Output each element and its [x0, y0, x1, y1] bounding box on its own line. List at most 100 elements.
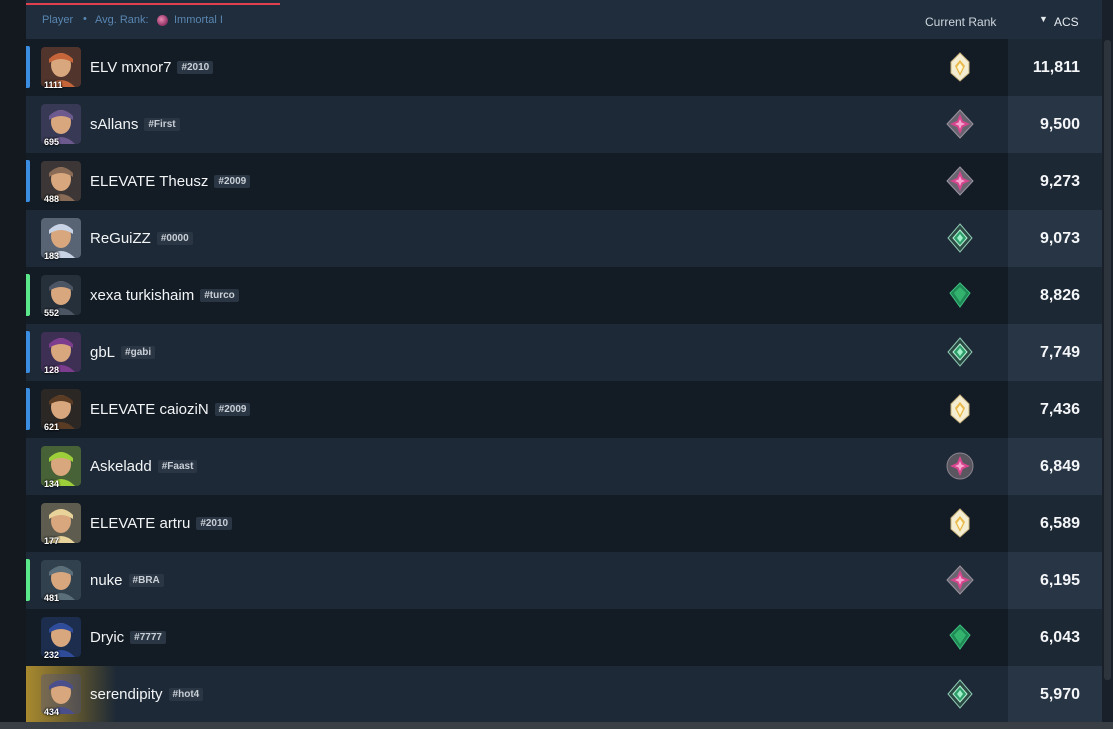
party-indicator — [26, 331, 30, 373]
acs-value: 9,273 — [1039, 173, 1080, 190]
player-row[interactable]: 552 xexa turkishaim #turco 8,826 — [26, 267, 1102, 324]
player-name-group[interactable]: Dryic #7777 — [90, 629, 166, 646]
player-name: xexa turkishaim — [90, 287, 195, 304]
active-tab-indicator — [26, 3, 280, 5]
acs-value: 9,500 — [1039, 116, 1080, 133]
acs-value: 9,073 — [1039, 230, 1080, 247]
player-tag: #Faast — [157, 460, 198, 473]
player-name: ELV mxnor7 — [90, 59, 172, 76]
acs-cell: 6,195 — [1008, 552, 1102, 609]
player-name: nuke — [90, 572, 123, 589]
player-tag: #2010 — [196, 517, 233, 530]
player-name-group[interactable]: ELEVATE caioziN #2009 — [90, 401, 251, 418]
radiant-rank-icon — [950, 508, 970, 538]
player-name-group[interactable]: ELEVATE Theusz #2009 — [90, 173, 251, 190]
immortal-rank-icon — [946, 166, 974, 196]
party-indicator — [26, 559, 30, 601]
player-name-group[interactable]: nuke #BRA — [90, 572, 164, 589]
player-tag: #hot4 — [168, 688, 204, 701]
acs-value: 6,849 — [1039, 458, 1080, 475]
player-tag: #2009 — [214, 175, 251, 188]
player-name-group[interactable]: sAllans #First — [90, 116, 180, 133]
header-separator: • — [83, 13, 87, 25]
player-name-group[interactable]: serendipity #hot4 — [90, 686, 204, 703]
radiant-rank-icon — [950, 52, 970, 82]
party-indicator — [26, 160, 30, 202]
acs-cell: 11,811 — [1008, 39, 1102, 96]
immortal-round-rank-icon — [946, 452, 974, 480]
immortal-rank-icon — [157, 15, 168, 26]
player-row[interactable]: 183 ReGuiZZ #0000 9,073 — [26, 210, 1102, 267]
left-gutter — [0, 0, 26, 729]
player-tag: #BRA — [128, 574, 164, 587]
acs-cell: 5,970 — [1008, 666, 1102, 723]
acs-value: 8,826 — [1039, 287, 1080, 304]
player-row[interactable]: 1111 ELV mxnor7 #2010 11,811 — [26, 39, 1102, 96]
player-level: 695 — [44, 137, 60, 147]
player-level: 488 — [44, 194, 60, 204]
ascendant-solid-rank-icon — [949, 624, 971, 650]
player-tag: #First — [144, 118, 180, 131]
player-level: 177 — [44, 536, 60, 546]
player-name-group[interactable]: Askeladd #Faast — [90, 458, 198, 475]
player-tag: #2009 — [214, 403, 251, 416]
player-name: Dryic — [90, 629, 125, 646]
acs-value: 7,436 — [1039, 401, 1080, 418]
player-row[interactable]: 488 ELEVATE Theusz #2009 9,273 — [26, 153, 1102, 210]
player-level: 434 — [44, 707, 60, 717]
acs-cell: 9,073 — [1008, 210, 1102, 267]
player-row[interactable]: 695 sAllans #First 9,500 — [26, 96, 1102, 153]
player-row[interactable]: 134 Askeladd #Faast 6,849 — [26, 438, 1102, 495]
player-name: Askeladd — [90, 458, 152, 475]
player-level: 1111 — [44, 80, 63, 90]
acs-value: 7,749 — [1039, 344, 1080, 361]
acs-value: 6,043 — [1039, 629, 1080, 646]
player-row[interactable]: 481 nuke #BRA 6,195 — [26, 552, 1102, 609]
acs-value: 11,811 — [1032, 59, 1080, 76]
leaderboard: Player • Avg. Rank: Immortal I Current R… — [26, 0, 1102, 723]
player-name: ReGuiZZ — [90, 230, 151, 247]
player-name-group[interactable]: ReGuiZZ #0000 — [90, 230, 193, 247]
player-row[interactable]: 128 gbL #gabi 7,749 — [26, 324, 1102, 381]
player-name: ELEVATE artru — [90, 515, 191, 532]
acs-cell: 7,436 — [1008, 381, 1102, 438]
acs-cell: 6,043 — [1008, 609, 1102, 666]
player-name: gbL — [90, 344, 116, 361]
bottom-bar — [0, 722, 1113, 729]
acs-cell: 9,500 — [1008, 96, 1102, 153]
acs-column-header[interactable]: ACS — [1054, 15, 1079, 29]
ascendant-rank-icon — [947, 679, 973, 709]
player-tag: #7777 — [130, 631, 166, 644]
player-level: 134 — [44, 479, 60, 489]
player-name: ELEVATE Theusz — [90, 173, 209, 190]
sort-desc-icon[interactable]: ▼ — [1039, 14, 1048, 24]
player-row[interactable]: 177 ELEVATE artru #2010 6,589 — [26, 495, 1102, 552]
player-level: 232 — [44, 650, 60, 660]
player-tag: #2010 — [177, 61, 214, 74]
player-name-group[interactable]: gbL #gabi — [90, 344, 156, 361]
player-row[interactable]: 434 serendipity #hot4 5,970 — [26, 666, 1102, 723]
scrollbar-thumb[interactable] — [1104, 40, 1111, 680]
player-level: 621 — [44, 422, 60, 432]
immortal-rank-icon — [946, 565, 974, 595]
acs-value: 6,589 — [1039, 515, 1080, 532]
current-rank-column-header[interactable]: Current Rank — [925, 15, 996, 29]
player-row[interactable]: 232 Dryic #7777 6,043 — [26, 609, 1102, 666]
player-list: 1111 ELV mxnor7 #2010 11,811 695 sAllans #Firs… — [26, 39, 1102, 723]
acs-value: 5,970 — [1039, 686, 1080, 703]
ascendant-rank-icon — [947, 223, 973, 253]
player-name-group[interactable]: ELEVATE artru #2010 — [90, 515, 233, 532]
player-column-header[interactable]: Player — [42, 14, 73, 26]
player-name-group[interactable]: xexa turkishaim #turco — [90, 287, 239, 304]
party-indicator — [26, 46, 30, 88]
leaderboard-header: Player • Avg. Rank: Immortal I Current R… — [26, 0, 1102, 39]
ascendant-rank-icon — [947, 337, 973, 367]
player-name-group[interactable]: ELV mxnor7 #2010 — [90, 59, 214, 76]
player-row[interactable]: 621 ELEVATE caioziN #2009 7,436 — [26, 381, 1102, 438]
player-level: 552 — [44, 308, 60, 318]
party-indicator — [26, 274, 30, 316]
avg-rank-value: Immortal I — [174, 14, 223, 26]
acs-value: 6,195 — [1039, 572, 1080, 589]
ascendant-solid-rank-icon — [949, 282, 971, 308]
party-indicator — [26, 388, 30, 430]
